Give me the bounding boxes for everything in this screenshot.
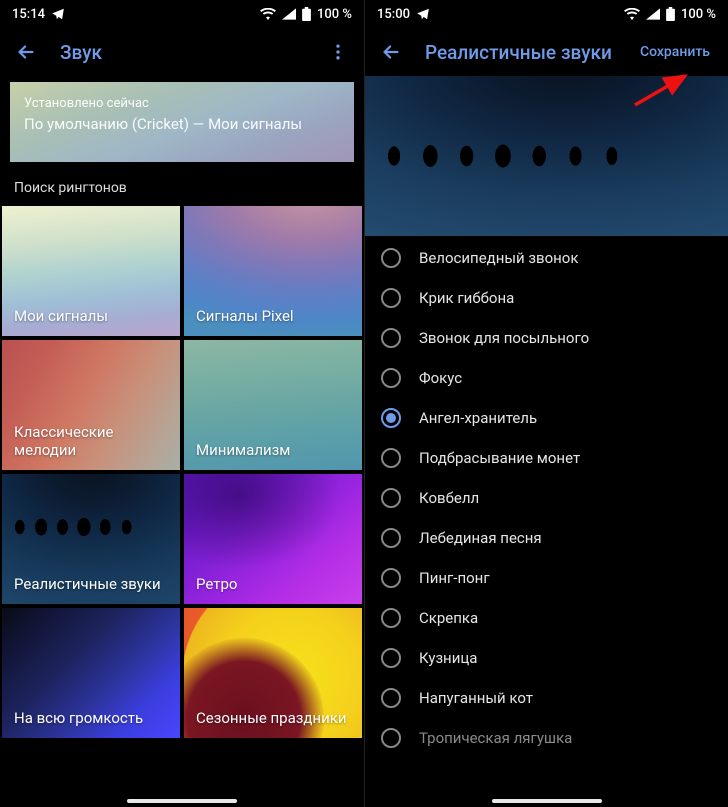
status-bar: 15:00 100 % xyxy=(365,0,728,28)
ringtone-row[interactable]: Ковбелл xyxy=(365,478,728,518)
current-subtitle: Установлено сейчас xyxy=(24,96,340,111)
category-grid: Мои сигналы Сигналы Pixel Классические м… xyxy=(0,206,364,742)
telegram-icon xyxy=(416,7,430,21)
ringtone-row[interactable]: Ангел-хранитель xyxy=(365,398,728,438)
app-bar: Звук xyxy=(0,28,364,76)
tile-label: Классические мелодии xyxy=(2,413,180,471)
phone-right: 15:00 100 % Реа xyxy=(364,0,728,807)
radio-icon[interactable] xyxy=(381,528,401,548)
back-button[interactable] xyxy=(8,34,44,70)
wifi-icon xyxy=(260,8,276,20)
radio-icon[interactable] xyxy=(381,328,401,348)
radio-icon[interactable] xyxy=(381,648,401,668)
section-label: Поиск рингтонов xyxy=(0,174,364,206)
current-title: По умолчанию (Cricket) — Мои сигналы xyxy=(24,115,340,133)
ringtone-row[interactable]: Звонок для посыльного xyxy=(365,318,728,358)
tile-label: Реалистичные звуки xyxy=(2,565,173,604)
ringtone-name: Крик гиббона xyxy=(419,289,514,307)
overflow-menu-button[interactable] xyxy=(320,34,356,70)
ringtone-row[interactable]: Крик гиббона xyxy=(365,278,728,318)
ringtone-name: Фокус xyxy=(419,369,462,387)
ringtone-name: Звонок для посыльного xyxy=(419,329,589,347)
app-bar: Реалистичные звуки Сохранить xyxy=(365,28,728,76)
battery-percent: 100 % xyxy=(681,7,716,22)
radio-icon[interactable] xyxy=(381,448,401,468)
category-hero xyxy=(365,76,728,236)
tile-classical[interactable]: Классические мелодии xyxy=(2,340,180,470)
radio-icon[interactable] xyxy=(381,288,401,308)
ringtone-row[interactable]: Велосипедный звонок xyxy=(365,238,728,278)
tile-label: Сигналы Pixel xyxy=(184,297,306,336)
ringtone-row[interactable]: Подбрасывание монет xyxy=(365,438,728,478)
signal-icon xyxy=(282,8,296,20)
nav-handle[interactable] xyxy=(127,799,237,803)
wifi-icon xyxy=(624,8,640,20)
telegram-icon xyxy=(51,7,65,21)
tile-pixel-sounds[interactable]: Сигналы Pixel xyxy=(184,206,362,336)
signal-icon xyxy=(646,8,660,20)
radio-icon[interactable] xyxy=(381,728,401,748)
radio-icon[interactable] xyxy=(381,488,401,508)
tile-my-sounds[interactable]: Мои сигналы xyxy=(2,206,180,336)
ringtone-row[interactable]: Напуганный кот xyxy=(365,678,728,718)
tile-label: Мои сигналы xyxy=(2,297,120,336)
radio-icon[interactable] xyxy=(381,368,401,388)
ringtone-list: Велосипедный звонок Крик гиббона Звонок дл… xyxy=(365,236,728,807)
page-title: Звук xyxy=(60,41,304,64)
ringtone-row[interactable]: Пинг-понг xyxy=(365,558,728,598)
battery-icon xyxy=(666,7,675,21)
ringtone-name: Тропическая лягушка xyxy=(419,729,572,747)
tile-seasonal[interactable]: Сезонные праздники xyxy=(184,608,362,738)
status-time: 15:14 xyxy=(12,7,45,22)
ringtone-name: Лебединая песня xyxy=(419,529,542,547)
ringtone-row[interactable]: Тропическая лягушка xyxy=(365,718,728,758)
save-button[interactable]: Сохранить xyxy=(630,44,720,60)
ringtone-row[interactable]: Кузница xyxy=(365,638,728,678)
ringtone-name: Кузница xyxy=(419,649,477,667)
ringtone-name: Пинг-понг xyxy=(419,569,490,587)
current-ringtone-card[interactable]: Установлено сейчас По умолчанию (Cricket… xyxy=(10,82,354,162)
ringtone-name: Ангел-хранитель xyxy=(419,409,537,427)
nav-handle[interactable] xyxy=(492,799,602,803)
ringtone-row[interactable]: Фокус xyxy=(365,358,728,398)
phone-left: 15:14 100 % Зву xyxy=(0,0,364,807)
ringtone-row[interactable]: Лебединая песня xyxy=(365,518,728,558)
back-button[interactable] xyxy=(373,34,409,70)
tile-realistic[interactable]: Реалистичные звуки xyxy=(2,474,180,604)
status-time: 15:00 xyxy=(377,7,410,22)
page-title: Реалистичные звуки xyxy=(425,41,614,64)
radio-icon[interactable] xyxy=(381,608,401,628)
ringtone-name: Скрепка xyxy=(419,609,478,627)
tile-loud[interactable]: На всю громкость xyxy=(2,608,180,738)
battery-percent: 100 % xyxy=(317,7,352,22)
tile-label: На всю громкость xyxy=(2,699,155,738)
ringtone-name: Ковбелл xyxy=(419,489,479,507)
battery-icon xyxy=(302,7,311,21)
tile-label: Минимализм xyxy=(184,431,302,470)
ringtone-name: Велосипедный звонок xyxy=(419,249,578,267)
tile-retro[interactable]: Ретро xyxy=(184,474,362,604)
radio-icon[interactable] xyxy=(381,408,401,428)
tile-label: Ретро xyxy=(184,565,249,604)
ringtone-row[interactable]: Скрепка xyxy=(365,598,728,638)
radio-icon[interactable] xyxy=(381,688,401,708)
ringtone-name: Подбрасывание монет xyxy=(419,449,580,467)
radio-icon[interactable] xyxy=(381,248,401,268)
tile-minimalism[interactable]: Минимализм xyxy=(184,340,362,470)
radio-icon[interactable] xyxy=(381,568,401,588)
tile-label: Сезонные праздники xyxy=(184,699,359,738)
ringtone-name: Напуганный кот xyxy=(419,689,533,707)
status-bar: 15:14 100 % xyxy=(0,0,364,28)
